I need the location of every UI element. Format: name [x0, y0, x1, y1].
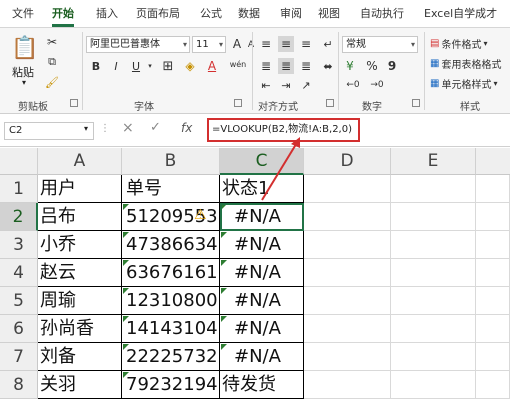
annotation-arrow-icon: [261, 137, 300, 201]
